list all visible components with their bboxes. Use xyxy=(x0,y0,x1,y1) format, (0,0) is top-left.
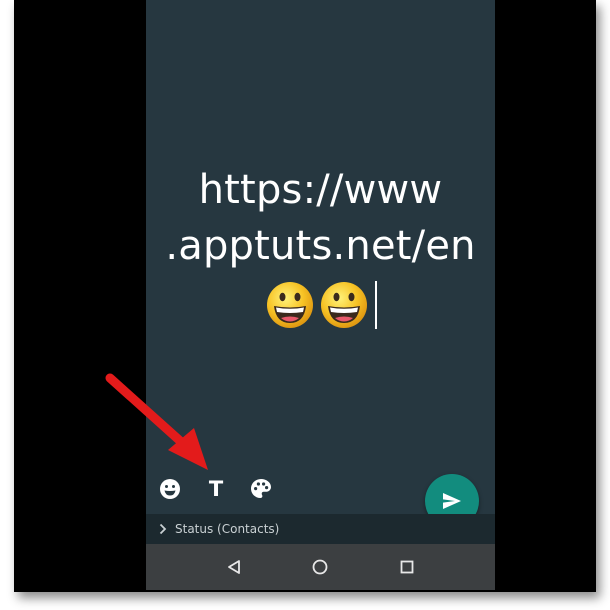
palette-icon xyxy=(251,479,271,498)
status-audience-bar[interactable]: Status (Contacts) xyxy=(146,514,495,544)
emoji-button[interactable] xyxy=(155,474,185,504)
status-audience-label: Status (Contacts) xyxy=(175,522,280,536)
grinning-face-emoji xyxy=(320,282,367,328)
status-text-line-2: .apptuts.net/en xyxy=(165,223,476,269)
smiley-icon xyxy=(160,479,180,499)
status-text-line-1: https://www xyxy=(198,167,443,213)
grinning-face-emoji xyxy=(266,282,313,328)
text-style-button[interactable]: T xyxy=(201,474,231,504)
back-triangle-icon xyxy=(228,560,240,574)
recents-square-icon xyxy=(400,560,414,574)
recents-button[interactable] xyxy=(395,555,419,579)
home-circle-icon xyxy=(312,559,328,575)
android-navigation-bar xyxy=(146,544,495,590)
back-button[interactable] xyxy=(222,555,246,579)
chevron-right-icon xyxy=(159,523,171,535)
emoji-line xyxy=(146,277,495,333)
text-cursor xyxy=(374,281,377,329)
home-button[interactable] xyxy=(308,555,332,579)
color-palette-button[interactable] xyxy=(246,474,276,504)
status-composer-screen: https://www .apptuts.net/en T Status (Co… xyxy=(146,0,495,590)
status-text-area[interactable]: https://www .apptuts.net/en xyxy=(146,162,495,333)
send-icon xyxy=(443,493,461,509)
